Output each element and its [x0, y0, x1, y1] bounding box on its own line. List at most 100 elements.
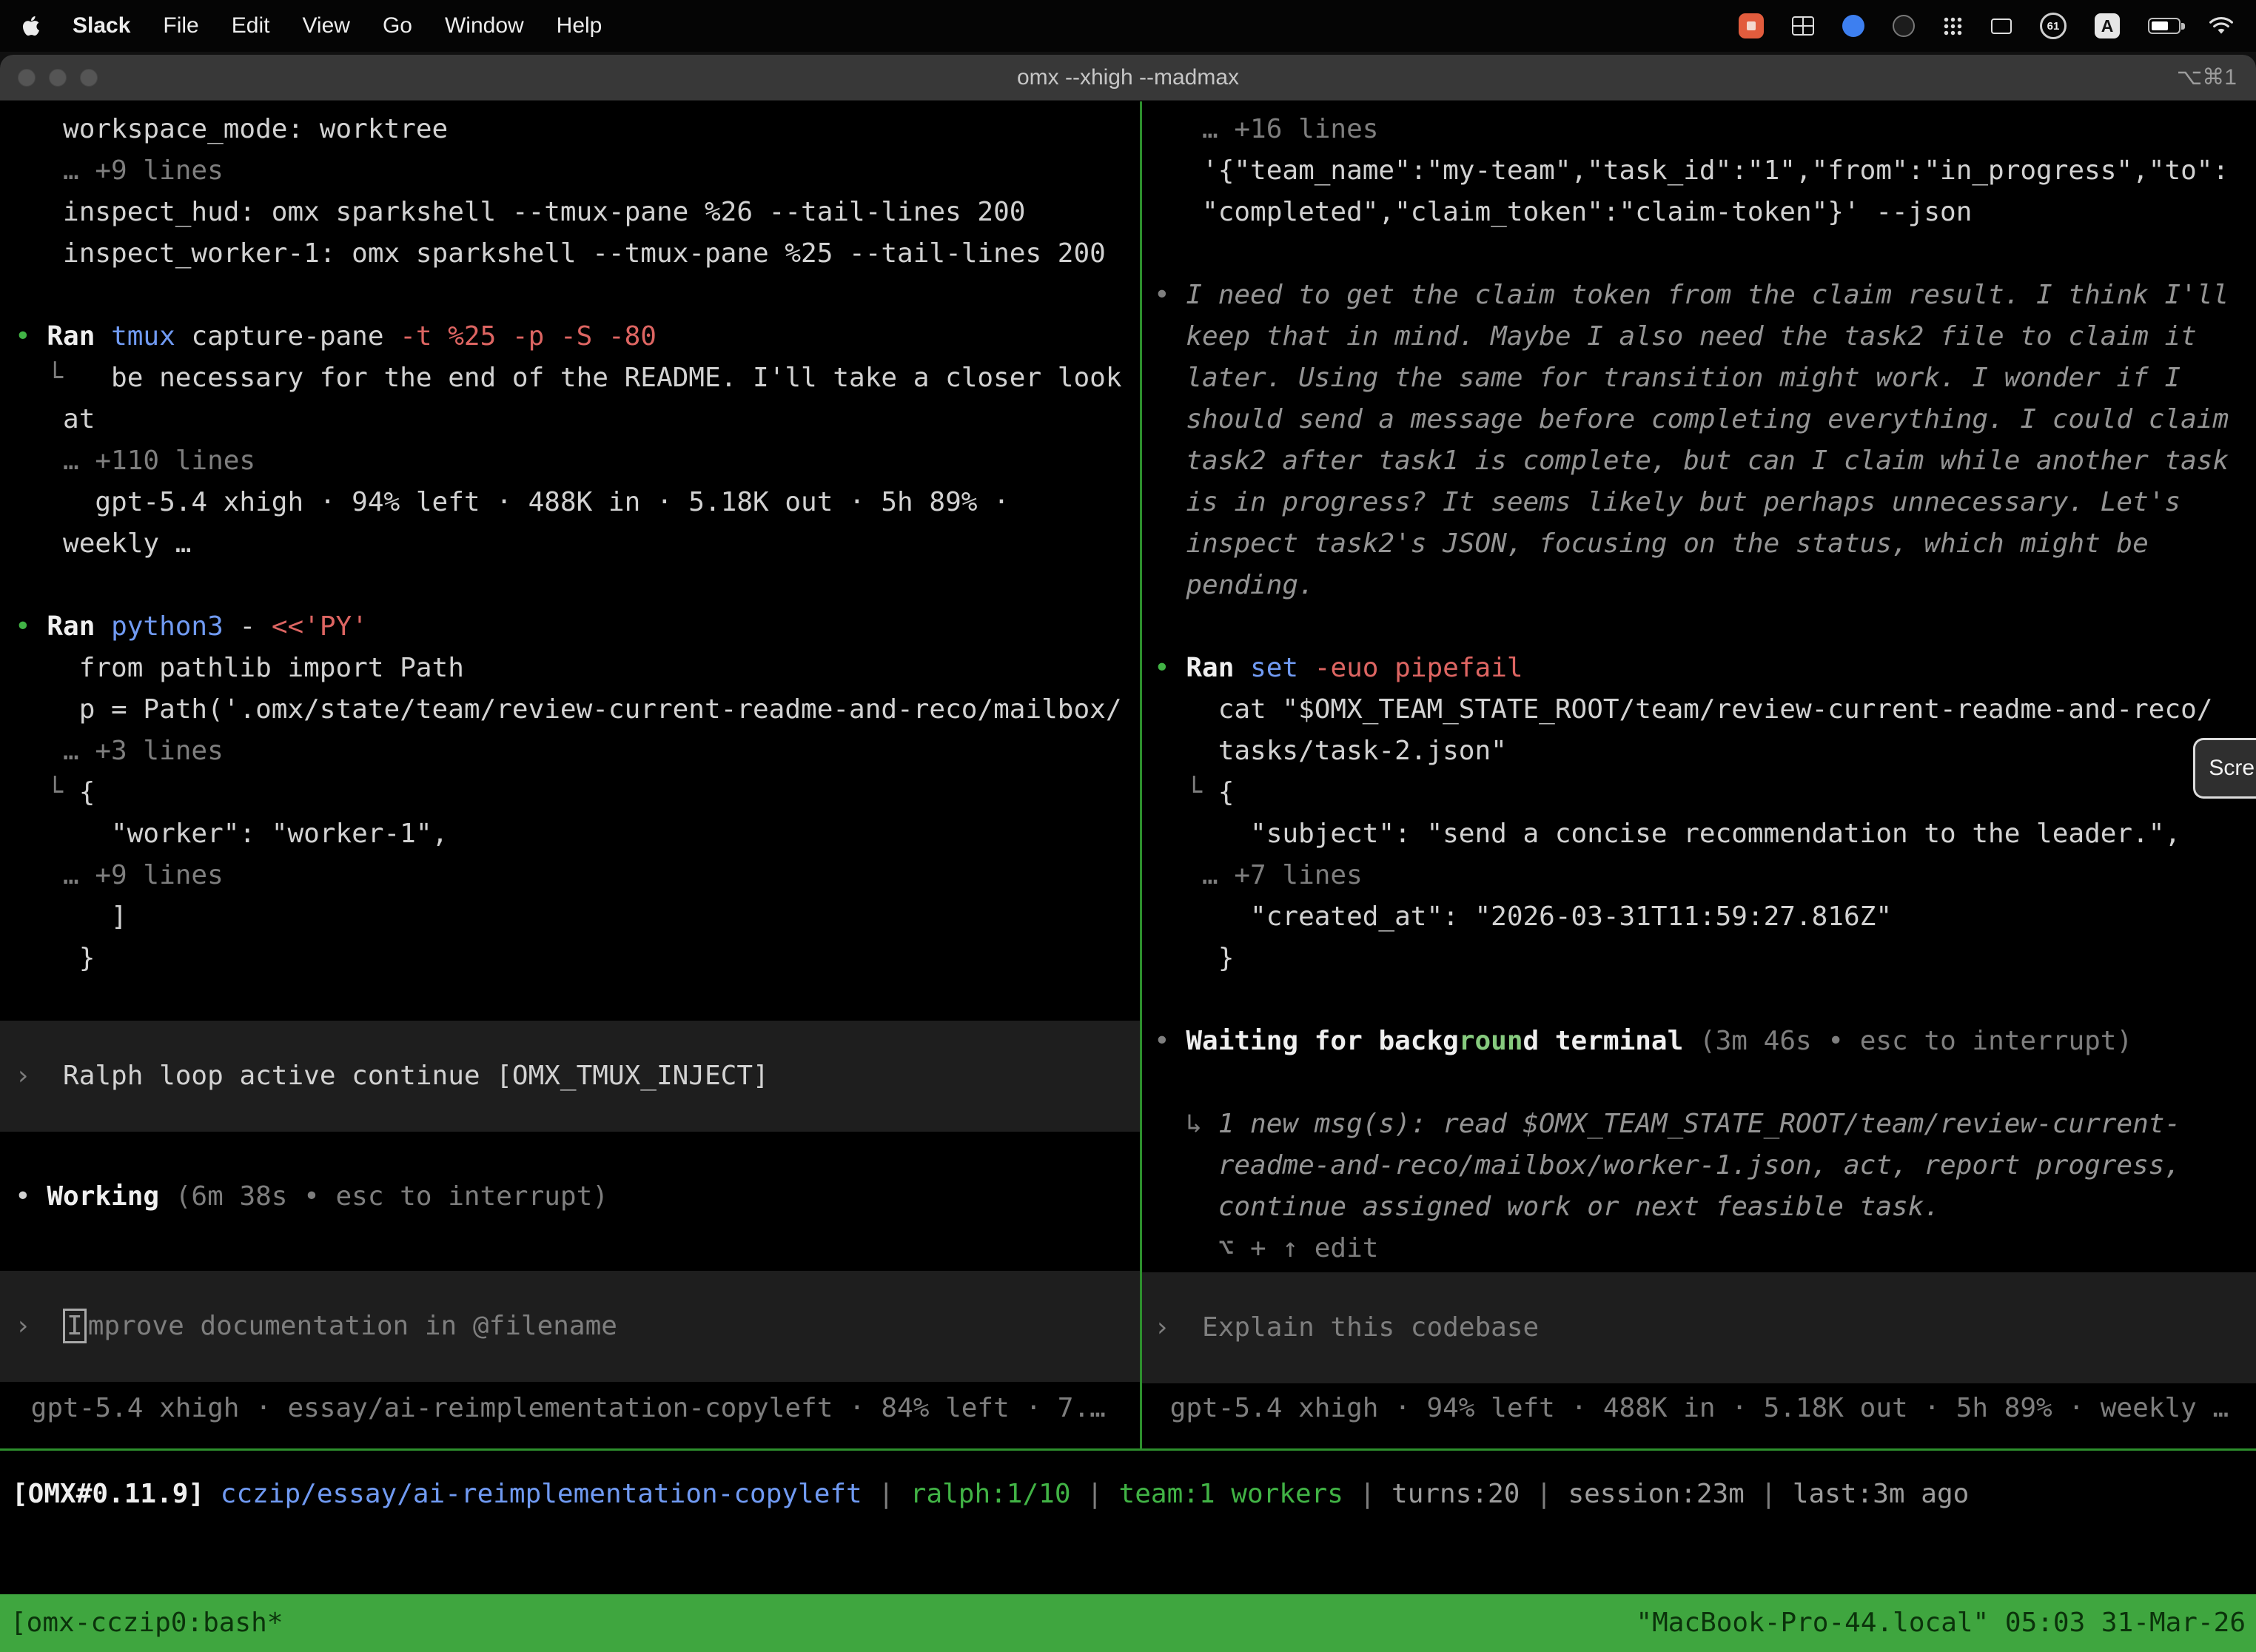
gauge-icon[interactable]: 61 — [2040, 13, 2067, 39]
terminal-line: inspect task2's JSON, focusing on the st… — [1142, 523, 2256, 565]
terminal-line: "subject": "send a concise recommendatio… — [1142, 813, 2256, 855]
blue-app-icon[interactable] — [1842, 15, 1864, 37]
blue-circle-glyph — [1842, 15, 1864, 37]
terminal-text: turns:20 — [1391, 1479, 1520, 1509]
utility-app-icon[interactable] — [1991, 19, 2012, 34]
window-titlebar[interactable]: omx --xhigh --madmax ⌥⌘1 — [0, 55, 2256, 101]
right-terminal-pane[interactable]: … +16 lines '{"team_name":"my-team","tas… — [1142, 101, 2256, 1448]
terminal-text: └ — [15, 777, 79, 807]
terminal-text: ralph:1/10 — [910, 1479, 1071, 1509]
terminal-line: … +3 lines — [0, 731, 1140, 772]
window-title: omx --xhigh --madmax — [0, 65, 2256, 90]
menu-window[interactable]: Window — [445, 13, 524, 38]
app-menu-slack[interactable]: Slack — [73, 13, 130, 38]
terminal-text: -euo pipefail — [1315, 653, 1523, 683]
input-source-icon[interactable]: A — [2095, 13, 2120, 38]
waiting-status-line: • Waiting for background terminal (3m 46… — [1142, 1021, 2256, 1062]
terminal-text: | — [1520, 1479, 1568, 1509]
terminal-text: › — [1154, 1312, 1202, 1343]
terminal-text: … +3 lines — [15, 736, 224, 766]
terminal-line: weekly … — [0, 523, 1140, 565]
terminal-text: I — [63, 1309, 87, 1343]
grid-glyph — [1792, 16, 1814, 36]
terminal-line: later. Using the same for transition mig… — [1142, 357, 2256, 399]
terminal-window: omx --xhigh --madmax ⌥⌘1 workspace_mode:… — [0, 55, 2256, 1652]
menu-edit[interactable]: Edit — [232, 13, 270, 38]
terminal-line: should send a message before completing … — [1142, 399, 2256, 440]
terminal-line — [1142, 606, 2256, 648]
apple-menu-icon[interactable] — [22, 15, 40, 37]
terminal-text: • — [15, 611, 47, 642]
terminal-text: mprove documentation in @filename — [88, 1311, 617, 1341]
terminal-line: gpt-5.4 xhigh · 94% left · 488K in · 5.1… — [0, 482, 1140, 523]
spacer — [0, 1132, 1140, 1176]
terminal-line: at — [0, 399, 1140, 440]
dots-grid-glyph — [1943, 16, 1963, 36]
terminal-text: inspect_worker-1: omx sparkshell --tmux-… — [15, 238, 1106, 269]
terminal-text: keep that in mind. Maybe I also need the… — [1154, 321, 2197, 352]
menu-help[interactable]: Help — [557, 13, 602, 38]
terminal-text: } — [1154, 943, 1234, 973]
battery-icon[interactable] — [2148, 18, 2181, 34]
terminal-line: continue assigned work or next feasible … — [1142, 1186, 2256, 1228]
menubar-status-icons: 61 A — [1739, 13, 2234, 39]
pane-footer-status: gpt-5.4 xhigh · essay/ai-reimplementatio… — [0, 1388, 1140, 1429]
wifi-icon[interactable] — [2209, 16, 2234, 36]
tmux-status-bar: [omx-cczip0:bash* "MacBook-Pro-44.local"… — [0, 1594, 2256, 1652]
tmux-host-clock: "MacBook-Pro-44.local" 05:03 31-Mar-26 — [1636, 1602, 2246, 1644]
terminal-text: Explain this codebase — [1202, 1312, 1539, 1343]
terminal-text: cczip/essay/ai-reimplementation-copyleft — [221, 1479, 862, 1509]
gauge-value: 61 — [2047, 20, 2060, 33]
apple-logo — [22, 15, 40, 37]
terminal-text: • — [1154, 653, 1186, 683]
terminal-text: | — [1343, 1479, 1391, 1509]
terminal-text: cat "$OMX_TEAM_STATE_ROOT/team/review-cu… — [1154, 694, 2212, 725]
screen: Slack File Edit View Go Window Help 61 A — [0, 0, 2256, 1652]
terminal-line — [0, 275, 1140, 316]
terminal-line: inspect_hud: omx sparkshell --tmux-pane … — [0, 192, 1140, 233]
terminal-text: workspace_mode: worktree — [15, 114, 448, 144]
terminal-line: ↳ 1 new msg(s): read $OMX_TEAM_STATE_ROO… — [1142, 1104, 2256, 1145]
terminal-text: -t %25 -p -S -80 — [400, 321, 657, 352]
terminal-text: last:3m ago — [1793, 1479, 1969, 1509]
terminal-text: p = Path('.omx/state/team/review-current… — [15, 694, 1122, 725]
screen-recording-indicator-icon[interactable] — [1739, 13, 1764, 38]
terminal-text: } — [15, 943, 95, 973]
terminal-text: should send a message before completing … — [1154, 404, 2229, 434]
terminal-line: └ { — [0, 772, 1140, 813]
menu-file[interactable]: File — [163, 13, 198, 38]
composer-suggestion-band[interactable]: › Explain this codebase — [1142, 1272, 2256, 1383]
terminal-text: gpt-5.4 xhigh · essay/ai-reimplementatio… — [15, 1393, 1106, 1423]
injected-prompt-band[interactable]: › Ralph loop active continue [OMX_TMUX_I… — [0, 1021, 1140, 1132]
grid-app-icon[interactable] — [1792, 16, 1814, 36]
terminal-line: '{"team_name":"my-team","task_id":"1","f… — [1142, 150, 2256, 192]
terminal-text: tasks/task-2.json" — [1154, 736, 1507, 766]
overlay-label: Scre — [2209, 756, 2255, 780]
dark-app-icon[interactable] — [1893, 15, 1915, 37]
terminal-text: python3 — [111, 611, 224, 642]
terminal-line: "completed","claim_token":"claim-token"}… — [1142, 192, 2256, 233]
apps-grid-icon[interactable] — [1943, 16, 1963, 36]
input-source-letter: A — [2101, 16, 2114, 36]
terminal-text: | — [1071, 1479, 1119, 1509]
stop-square-icon — [1747, 21, 1756, 30]
wifi-glyph — [2209, 16, 2234, 36]
terminal-text: ] — [15, 901, 127, 932]
terminal-text: '{"team_name":"my-team","task_id":"1","f… — [1154, 155, 2229, 186]
composer-suggestion-band[interactable]: › Improve documentation in @filename — [0, 1271, 1140, 1382]
terminal-line: … +110 lines — [0, 440, 1140, 482]
menu-view[interactable]: View — [302, 13, 349, 38]
terminal-line — [0, 565, 1140, 606]
terminal-text: I need to get the claim token from the c… — [1186, 280, 2229, 310]
terminal-text: pending. — [1154, 570, 1315, 600]
terminal-text: tmux — [111, 321, 175, 352]
terminal-text: at — [15, 404, 95, 434]
left-terminal-pane[interactable]: workspace_mode: worktree … +9 lines insp… — [0, 101, 1140, 1448]
menu-go[interactable]: Go — [383, 13, 412, 38]
spacer — [0, 1382, 1140, 1388]
terminal-text: "created_at": "2026-03-31T11:59:27.816Z" — [1154, 901, 1892, 932]
terminal-text: inspect task2's JSON, focusing on the st… — [1154, 528, 2149, 559]
terminal-line — [0, 979, 1140, 1021]
omx-status-line: [OMX#0.11.9] cczip/essay/ai-reimplementa… — [0, 1474, 2256, 1515]
terminal-text: Ran — [47, 611, 111, 642]
